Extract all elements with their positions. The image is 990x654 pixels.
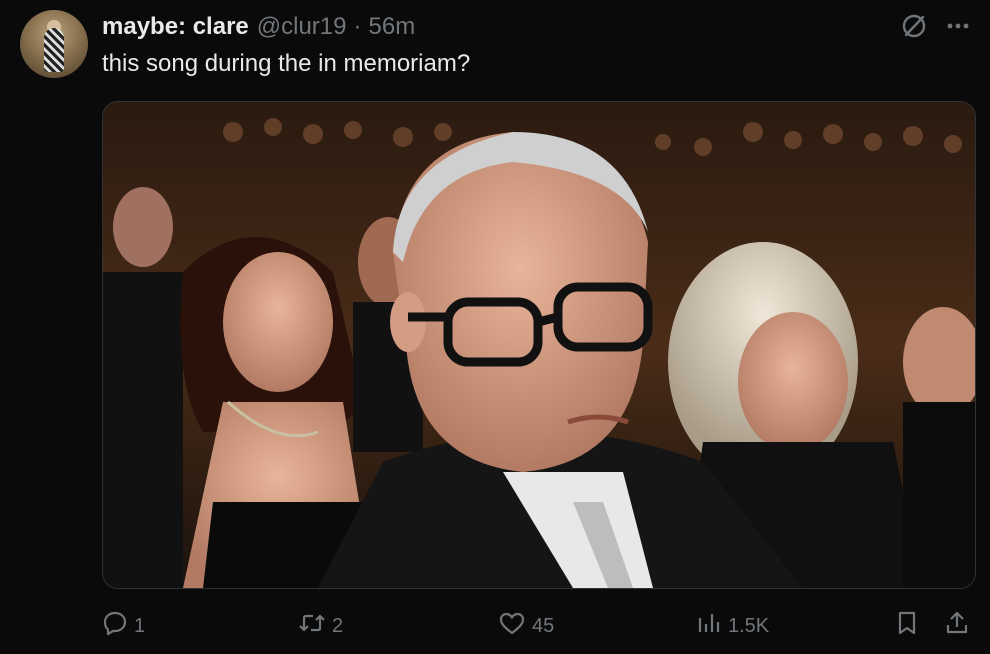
tweet-media-image[interactable] [102,101,976,589]
display-name[interactable]: maybe: clare [102,13,249,41]
tweet[interactable]: maybe: clare @clur19 · 56m this song dur… [0,0,990,654]
top-right-actions [900,12,972,40]
avatar[interactable] [20,10,88,78]
reply-button[interactable]: 1 [102,608,145,644]
avatar-figure [44,28,64,72]
views-count: 1.5K [728,614,770,637]
more-icon[interactable] [944,12,972,40]
bookmark-icon [894,610,920,642]
retweet-icon [298,610,326,642]
like-icon [498,610,526,642]
like-count: 45 [532,614,555,637]
reply-count: 1 [134,614,146,637]
like-button[interactable]: 45 [498,608,554,644]
views-icon [696,610,722,642]
grok-icon[interactable] [900,12,928,40]
share-button[interactable] [944,608,970,644]
views-button[interactable]: 1.5K [696,608,769,644]
retweet-button[interactable]: 2 [298,608,343,644]
bookmark-button[interactable] [894,608,920,644]
tweet-header: maybe: clare @clur19 · 56m [102,11,415,43]
share-icon [944,610,970,642]
timestamp[interactable]: 56m [369,13,416,41]
tweet-actions: 1 2 45 1.5K [102,608,974,644]
tweet-text: this song during the in memoriam? [102,50,471,77]
separator-dot: · [353,13,362,40]
media-illustration [103,102,975,588]
reply-icon [102,610,128,642]
retweet-count: 2 [332,614,344,637]
handle[interactable]: @clur19 [257,13,347,41]
